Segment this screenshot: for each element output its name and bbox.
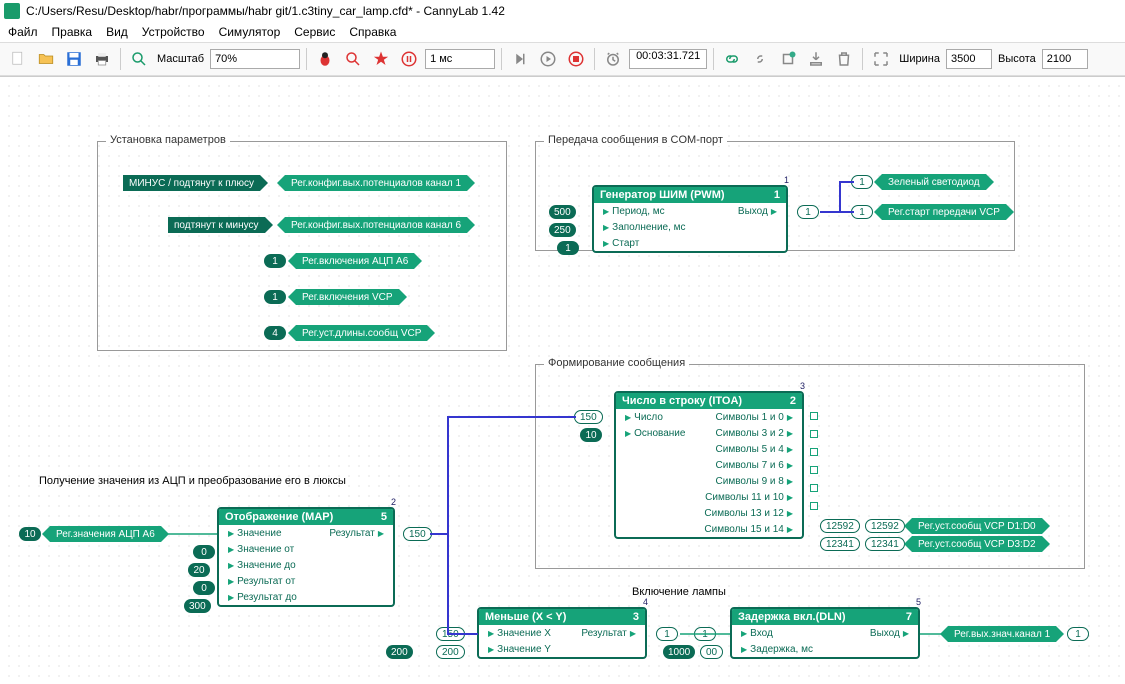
window-title: C:/Users/Resu/Desktop/habr/программы/hab… — [26, 4, 505, 18]
clock-button[interactable] — [601, 47, 625, 71]
val-one-vcp[interactable]: 1 — [264, 290, 286, 304]
zoom-label: Масштаб — [157, 53, 204, 65]
canvas[interactable]: Установка параметров МИНУС / подтянут к … — [0, 77, 1125, 684]
chip-reg-vcp-en[interactable]: Рег.включения VCP — [296, 289, 399, 305]
itoa-base[interactable]: 10 — [580, 428, 602, 442]
canvas-scroll[interactable]: Установка параметров МИНУС / подтянут к … — [0, 76, 1125, 684]
dln-out-1: 1 — [1067, 627, 1089, 641]
term-2 — [810, 430, 818, 438]
step-forward-button[interactable] — [508, 47, 532, 71]
block-lt[interactable]: 4 Меньше (X < Y)3 Значение XРезультат Зн… — [477, 607, 647, 659]
chip-vcp-d10[interactable]: Рег.уст.сообщ VCP D1:D0 — [912, 518, 1042, 534]
chip-vcp-d32[interactable]: Рег.уст.сообщ VCP D3:D2 — [912, 536, 1042, 552]
menu-simulator[interactable]: Симулятор — [219, 25, 281, 39]
fit-canvas-button[interactable] — [869, 47, 893, 71]
chip-reg-adc[interactable]: Рег.включения АЦП A6 — [296, 253, 414, 269]
block-dln[interactable]: 5 Задержка вкл.(DLN)7 ВходВыход Задержка… — [730, 607, 920, 659]
menu-bar: Файл Правка Вид Устройство Симулятор Сер… — [0, 22, 1125, 42]
chip-vcp-start[interactable]: Рег.старт передачи VCP — [882, 204, 1006, 220]
map-300[interactable]: 300 — [184, 599, 211, 613]
term-5 — [810, 484, 818, 492]
download-button[interactable] — [804, 47, 828, 71]
chip-info-button[interactable] — [776, 47, 800, 71]
group-params-title: Установка параметров — [106, 134, 230, 146]
term-6 — [810, 502, 818, 510]
group-adc-title: Получение значения из АЦП и преобразован… — [39, 475, 346, 487]
toolbar: Масштаб 00:03:31.721 Ширина Высота — [0, 42, 1125, 76]
stop-button[interactable] — [564, 47, 588, 71]
val-250[interactable]: 250 — [549, 223, 576, 237]
unlink-button[interactable] — [748, 47, 772, 71]
pwm-branch-1: 1 — [851, 175, 873, 189]
zoom-select[interactable] — [210, 49, 300, 69]
sym12-b: 12592 — [865, 519, 905, 533]
map-0a[interactable]: 0 — [193, 545, 215, 559]
group-params: Установка параметров — [97, 141, 507, 351]
chip-green-led[interactable]: Зеленый светодиод — [882, 174, 986, 190]
pause-button[interactable] — [397, 47, 421, 71]
itoa-in-150: 150 — [574, 410, 603, 424]
block-itoa[interactable]: 3 Число в строку (ITOA)2 ЧислоСимволы 1 … — [614, 391, 804, 539]
val-1[interactable]: 1 — [557, 241, 579, 255]
step-select[interactable] — [425, 49, 495, 69]
save-button[interactable] — [62, 47, 86, 71]
sym14-a: 12341 — [820, 537, 860, 551]
menu-file[interactable]: Файл — [8, 25, 38, 39]
sym14-b: 12341 — [865, 537, 905, 551]
group-com-title: Передача сообщения в COM-порт — [544, 134, 727, 146]
term-1 — [810, 412, 818, 420]
map-20[interactable]: 20 — [188, 563, 210, 577]
chip-minus-pull[interactable]: МИНУС / подтянут к плюсу — [123, 175, 260, 191]
map-150b: 150 — [436, 627, 465, 641]
comp-200b: 200 — [436, 645, 465, 659]
chip-pull-minus[interactable]: подтянут к минусу — [168, 217, 265, 233]
group-msg-title: Формирование сообщения — [544, 357, 689, 369]
val-500[interactable]: 500 — [549, 205, 576, 219]
trash-button[interactable] — [832, 47, 856, 71]
chip-reg-vcp-len[interactable]: Рег.уст.длины.сообщ VCP — [296, 325, 427, 341]
bug-button[interactable] — [313, 47, 337, 71]
dln-1000[interactable]: 1000 — [663, 645, 695, 659]
sim-time: 00:03:31.721 — [629, 49, 707, 69]
map-out-150: 150 — [403, 527, 432, 541]
title-bar: C:/Users/Resu/Desktop/habr/программы/hab… — [0, 0, 1125, 22]
val-one-adc[interactable]: 1 — [264, 254, 286, 268]
menu-service[interactable]: Сервис — [294, 25, 335, 39]
dln-00: 00 — [700, 645, 723, 659]
block-pwm[interactable]: 1 Генератор ШИМ (PWM)1 Период, мсВыход З… — [592, 185, 788, 253]
map-0b[interactable]: 0 — [193, 581, 215, 595]
print-button[interactable] — [90, 47, 114, 71]
pwm-branch-2: 1 — [851, 205, 873, 219]
width-label: Ширина — [899, 53, 940, 65]
menu-edit[interactable]: Правка — [52, 25, 93, 39]
sym12-a: 12592 — [820, 519, 860, 533]
width-input[interactable] — [946, 49, 992, 69]
height-input[interactable] — [1042, 49, 1088, 69]
lt-out-1: 1 — [656, 627, 678, 641]
link-button[interactable] — [720, 47, 744, 71]
menu-help[interactable]: Справка — [349, 25, 396, 39]
chip-reg-pot6[interactable]: Рег.конфиг.вых.потенциалов канал 6 — [285, 217, 467, 233]
term-4 — [810, 466, 818, 474]
adc-10[interactable]: 10 — [19, 527, 41, 541]
search-red-button[interactable] — [341, 47, 365, 71]
star-button[interactable] — [369, 47, 393, 71]
zoom-fit-button[interactable] — [127, 47, 151, 71]
pwm-out-val: 1 — [797, 205, 819, 219]
comp-in-200[interactable]: 200 — [386, 645, 413, 659]
chip-out-ch1[interactable]: Рег.вых.знач.канал 1 — [948, 626, 1056, 642]
menu-device[interactable]: Устройство — [142, 25, 205, 39]
chip-adc-val[interactable]: Рег.значения АЦП A6 — [50, 526, 161, 542]
lt-res-1: 1 — [694, 627, 716, 641]
val-four[interactable]: 4 — [264, 326, 286, 340]
app-icon — [4, 3, 20, 19]
height-label: Высота — [998, 53, 1036, 65]
open-file-button[interactable] — [34, 47, 58, 71]
menu-view[interactable]: Вид — [106, 25, 128, 39]
new-file-button[interactable] — [6, 47, 30, 71]
term-3 — [810, 448, 818, 456]
block-map[interactable]: 2 Отображение (MAP)5 ЗначениеРезультат З… — [217, 507, 395, 607]
play-button[interactable] — [536, 47, 560, 71]
chip-reg-pot1[interactable]: Рег.конфиг.вых.потенциалов канал 1 — [285, 175, 467, 191]
